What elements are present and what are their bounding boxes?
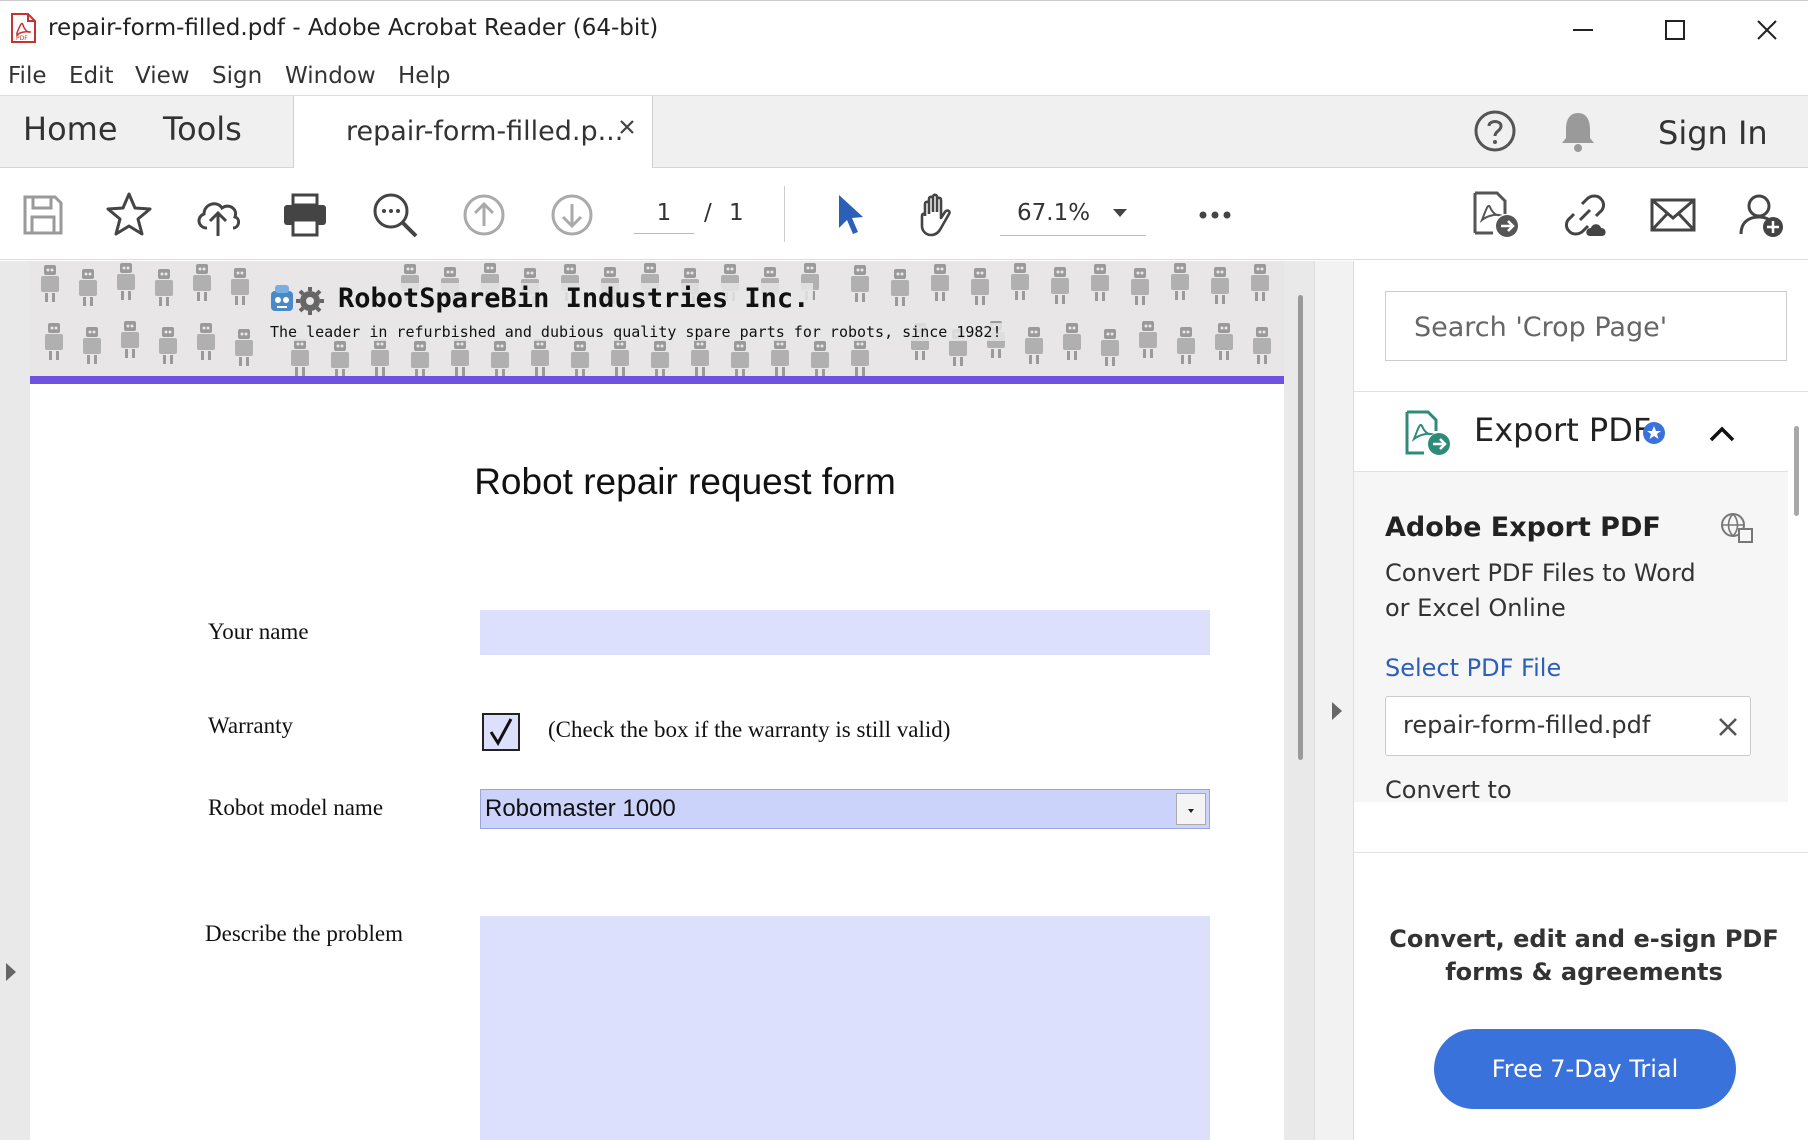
adobe-export-description: Convert PDF Files to Word or Excel Onlin… [1385,559,1696,622]
company-banner: RobotSpareBin Industries Inc. The leader… [30,261,1284,376]
selected-file-name: repair-form-filled.pdf [1403,711,1651,739]
tab-home[interactable]: Home [23,110,118,148]
add-user-icon[interactable] [1737,190,1787,240]
toolbar-divider [784,186,785,242]
warranty-label: Warranty [208,713,293,738]
menu-file[interactable]: File [8,63,47,89]
sign-in-button[interactable]: Sign In [1658,114,1768,152]
menu-edit[interactable]: Edit [69,63,114,89]
menu-help[interactable]: Help [398,63,450,89]
menu-sign[interactable]: Sign [212,63,262,89]
minimize-button[interactable] [1538,5,1628,55]
menu-view[interactable]: View [135,63,190,89]
select-dropdown-button[interactable] [1176,793,1206,825]
notifications-bell-icon[interactable] [1558,109,1598,153]
selected-file-field[interactable]: repair-form-filled.pdf [1385,696,1751,756]
form-title: Robot repair request form [474,461,896,502]
chevron-down-icon [1188,809,1194,813]
title-bar: PDF repair-form-filled.pdf - Adobe Acrob… [0,0,1808,58]
more-options-icon[interactable] [1190,190,1240,240]
window-title: repair-form-filled.pdf - Adobe Acrobat R… [48,15,659,41]
your-name-label: Your name [208,619,309,644]
next-page-icon[interactable] [547,190,597,240]
free-trial-button[interactable]: Free 7-Day Trial [1434,1029,1736,1109]
right-pane-toggle-icon[interactable] [1330,700,1344,722]
tools-right-pane: Search 'Crop Page' Export PDF Adobe Expo… [1354,261,1808,1140]
tab-tools[interactable]: Tools [163,110,242,148]
maximize-button[interactable] [1630,5,1720,55]
cloud-upload-icon[interactable] [193,190,243,240]
email-icon[interactable] [1648,190,1698,240]
robot-pattern-background [41,263,1271,376]
tab-bar: Home Tools repair-form-filled.p... Sign … [0,96,1808,169]
adobe-export-title: Adobe Export PDF [1385,512,1661,543]
promo-section: Convert, edit and e-sign PDF forms & agr… [1354,852,1808,1140]
print-icon[interactable] [280,190,330,240]
save-icon[interactable] [18,190,68,240]
menu-bar: File Edit View Sign Window Help [0,58,1808,96]
robot-model-label: Robot model name [208,795,384,820]
right-pane-scrollbar[interactable] [1794,426,1799,516]
document-scrollbar[interactable] [1298,295,1303,760]
select-pdf-file-link[interactable]: Select PDF File [1385,654,1561,682]
your-name-field[interactable] [480,610,1210,655]
tools-search-input[interactable]: Search 'Crop Page' [1385,291,1787,361]
share-link-icon[interactable] [1560,190,1610,240]
search-placeholder: Search 'Crop Page' [1414,312,1668,343]
company-tagline: The leader in refurbished and dubious qu… [266,323,1006,341]
chevron-down-icon [1113,209,1127,217]
convert-to-label: Convert to [1385,776,1512,804]
language-globe-icon[interactable] [1720,512,1754,544]
close-window-button[interactable] [1722,5,1808,55]
pane-divider [1314,261,1354,1140]
page-separator: / [704,200,712,226]
check-mark-icon [489,718,513,746]
export-pdf-title[interactable]: Export PDF [1474,411,1651,449]
divider [1354,391,1808,392]
document-tab-label: repair-form-filled.p... [346,116,624,147]
clear-file-icon[interactable] [1718,717,1738,737]
current-page-input[interactable]: 1 [634,196,694,234]
maximize-icon [1665,20,1685,40]
pdf-page: RobotSpareBin Industries Inc. The leader… [30,261,1284,1140]
close-tab-icon[interactable] [616,116,638,138]
main-toolbar: 1 / 1 67.1% [0,168,1808,260]
select-cursor-icon[interactable] [826,190,876,240]
help-icon[interactable] [1473,109,1517,153]
close-icon [1757,20,1777,40]
zoom-out-icon[interactable] [370,190,420,240]
warranty-note: (Check the box if the warranty is still … [548,717,951,742]
bookmark-star-icon[interactable] [104,190,154,240]
problem-textarea[interactable] [480,916,1210,1140]
export-pdf-section-icon [1405,410,1450,455]
banner-accent-stripe [30,376,1284,384]
minimize-icon [1573,29,1593,31]
premium-star-badge-icon [1643,422,1665,444]
hand-tool-icon[interactable] [912,190,962,240]
acrobat-pdf-icon: PDF [11,13,36,43]
menu-window[interactable]: Window [285,63,376,89]
robot-gear-logo-icon [271,285,324,315]
company-name: RobotSpareBin Industries Inc. [334,283,814,314]
promo-text: Convert, edit and e-sign PDF forms & agr… [1389,925,1779,986]
export-pdf-icon[interactable] [1471,190,1521,240]
robot-model-value: Robomaster 1000 [485,795,676,822]
zoom-dropdown[interactable]: 67.1% [1000,192,1146,236]
zoom-level: 67.1% [1017,200,1091,226]
warranty-checkbox[interactable] [482,713,520,751]
previous-page-icon[interactable] [459,190,509,240]
left-panel-toggle-icon[interactable] [4,961,18,983]
svg-text:PDF: PDF [16,35,28,42]
acrobat-window: PDF repair-form-filled.pdf - Adobe Acrob… [0,0,1808,1140]
adobe-export-panel: Adobe Export PDF Convert PDF Files to Wo… [1354,472,1788,804]
total-pages: 1 [729,200,744,226]
tab-document[interactable]: repair-form-filled.p... [293,96,653,169]
problem-label: Describe the problem [205,921,403,946]
robot-model-select[interactable]: Robomaster 1000 [480,789,1210,829]
chevron-up-icon[interactable] [1708,425,1736,443]
